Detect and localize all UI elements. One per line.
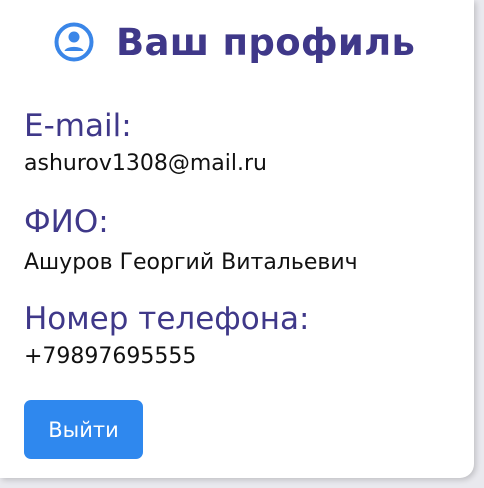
user-circle-icon xyxy=(52,20,96,64)
phone-label: Номер телефона: xyxy=(24,301,310,337)
profile-card: Ваш профиль E-mail: ashurov1308@mail.ru … xyxy=(0,0,474,478)
phone-value: +79897695555 xyxy=(24,344,197,369)
page-title: Ваш профиль xyxy=(116,20,416,64)
logout-button[interactable]: Выйти xyxy=(24,400,143,459)
fio-value: Ашуров Георгий Витальевич xyxy=(24,250,358,275)
card-header: Ваш профиль xyxy=(52,18,415,66)
email-value: ashurov1308@mail.ru xyxy=(24,151,267,176)
fio-label: ФИО: xyxy=(24,204,109,240)
email-label: E-mail: xyxy=(24,108,132,144)
